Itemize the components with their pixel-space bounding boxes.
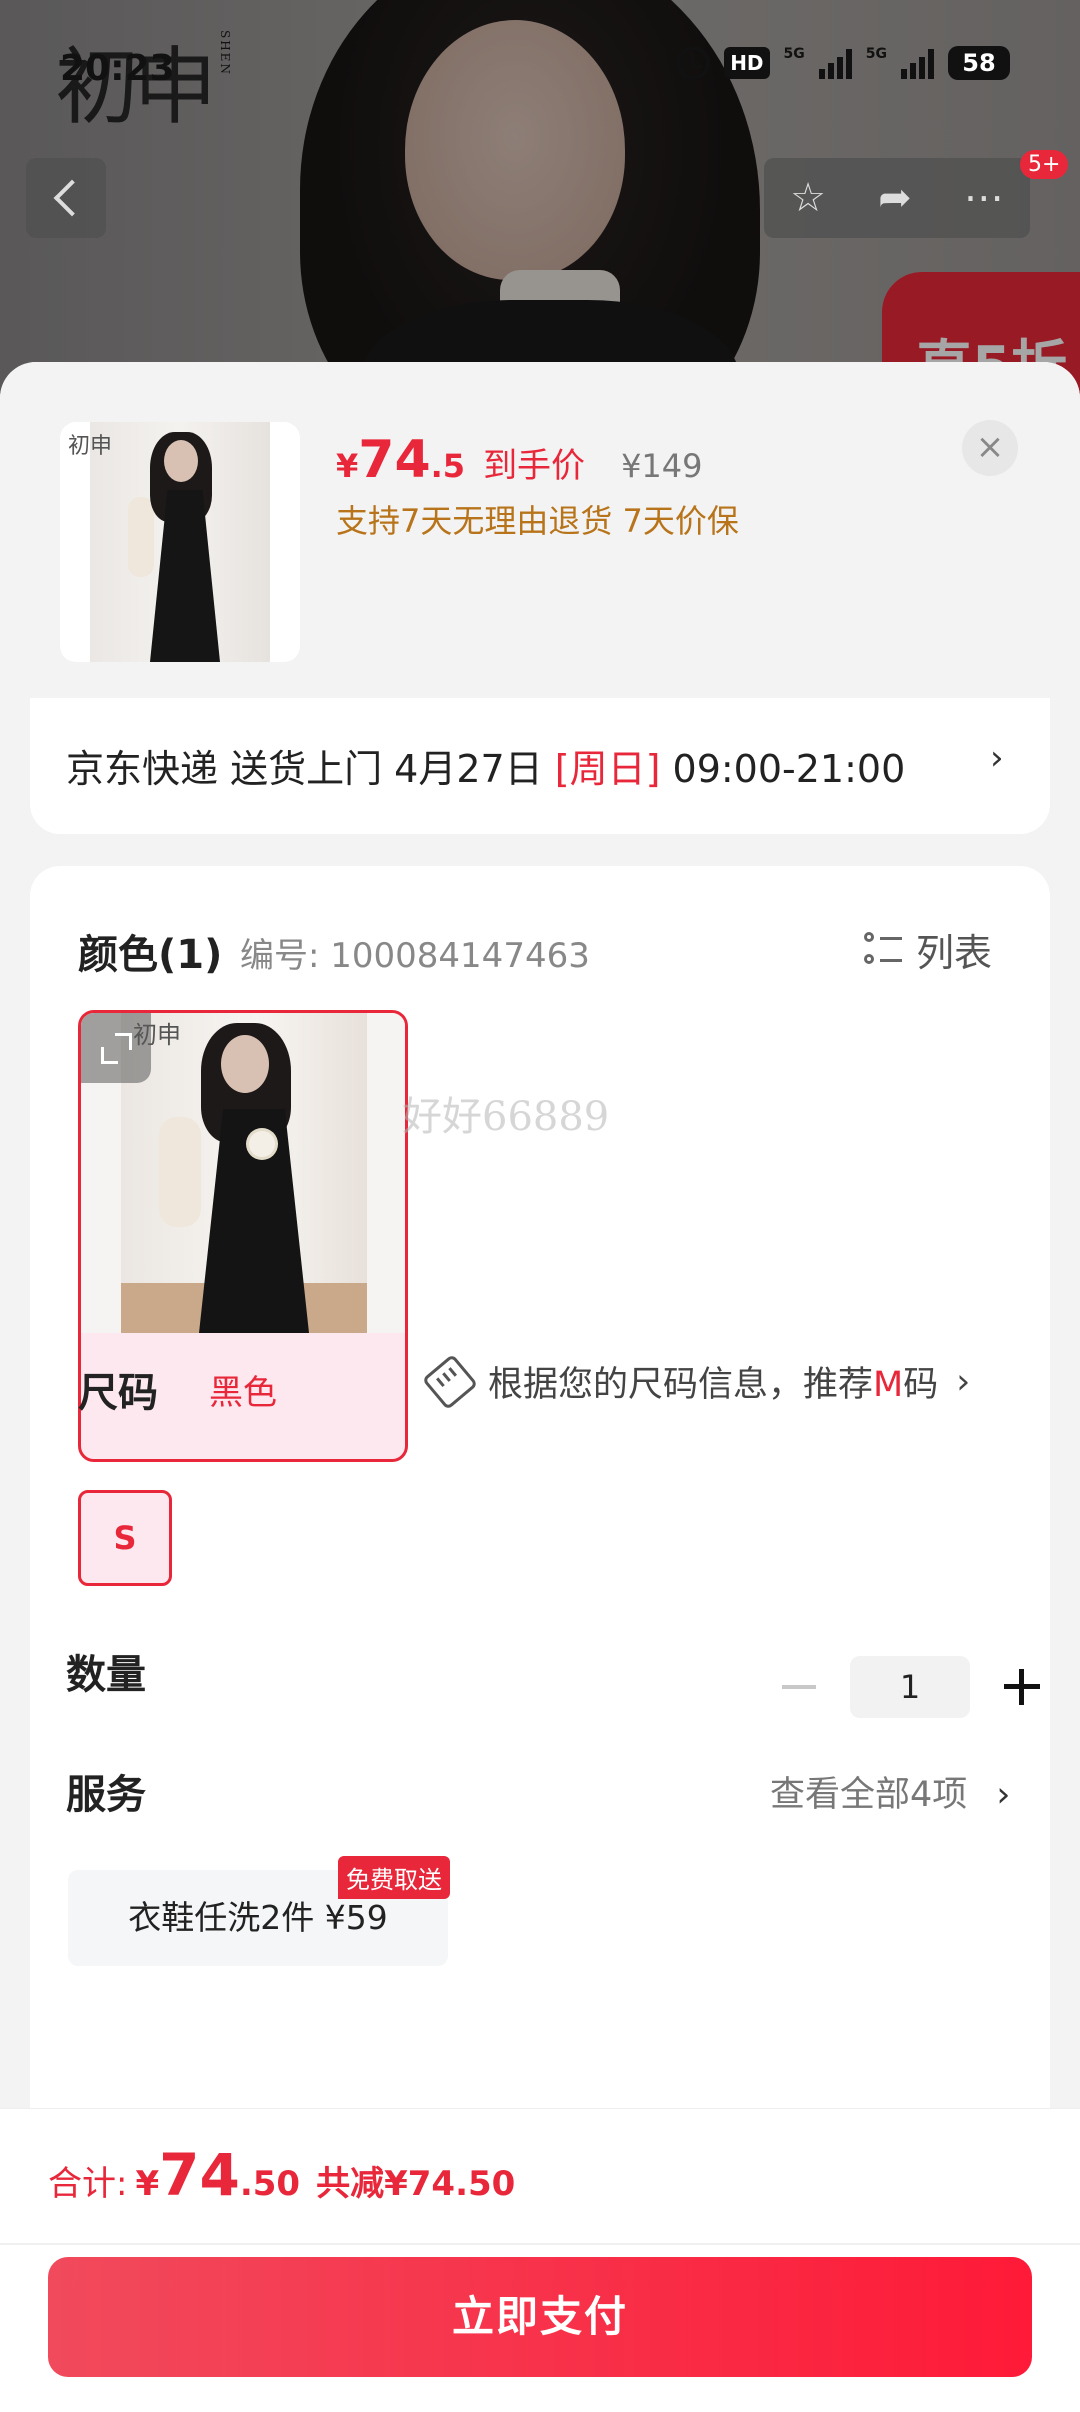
total-row: 合计: ¥ 74 .50 共减¥74.50 <box>48 2141 515 2209</box>
sku-selection-sheet: 初申 ¥ 74 .5 到手价 ¥149 支持7天无理由退货 7天价保 × 京东快… <box>0 362 1080 2412</box>
sheet-header: 初申 ¥ 74 .5 到手价 ¥149 支持7天无理由退货 7天价保 × <box>0 362 1080 700</box>
network-type-label-2: 5G <box>865 46 887 62</box>
chevron-right-icon: › <box>996 1775 1011 1815</box>
top-action-bar: ☆ ➦ ⋯ <box>764 158 1030 238</box>
list-icon <box>864 931 902 968</box>
total-savings: 共减¥74.50 <box>316 2164 516 2204</box>
chevron-right-icon: › <box>956 1361 971 1402</box>
chevron-right-icon: › <box>990 738 1004 778</box>
thumbnail-brand-logo: 初申 <box>68 434 113 459</box>
expand-icon[interactable] <box>81 1013 151 1083</box>
original-price: ¥149 <box>621 447 703 485</box>
total-label: 合计: <box>48 2164 128 2204</box>
status-bar: 20:23 HD 5G 5G 58 <box>0 0 1080 140</box>
total-decimal: .50 <box>239 2164 301 2204</box>
price-currency: ¥ <box>336 447 359 485</box>
back-button[interactable] <box>26 158 106 238</box>
size-recommendation[interactable]: 根据您的尺码信息，推荐M码 › <box>421 1353 971 1410</box>
pay-now-button[interactable]: 立即支付 <box>48 2257 1032 2377</box>
alarm-icon <box>676 46 711 80</box>
list-view-label: 列表 <box>916 931 993 975</box>
delivery-info: 京东快递 送货上门 4月27日 [周日] 09:00-21:00 <box>66 747 906 791</box>
notification-badge: 5+ <box>1020 150 1069 179</box>
status-time: 20:23 <box>60 48 175 89</box>
product-thumbnail[interactable]: 初申 <box>60 422 300 662</box>
quantity-stepper: 1 <box>782 1656 1040 1718</box>
service-section-title: 服务 <box>66 1772 146 1818</box>
decrease-quantity-button[interactable] <box>782 1685 816 1689</box>
final-price-label: 到手价 <box>483 446 586 486</box>
increase-quantity-button[interactable] <box>1004 1669 1040 1705</box>
watermark-text: 好好66889 <box>402 1094 610 1140</box>
total-integer: 74 <box>159 2141 240 2209</box>
signal-icon <box>818 47 852 79</box>
share-icon[interactable]: ➦ <box>878 175 912 221</box>
return-guarantee-text: 支持7天无理由退货 7天价保 <box>336 502 739 540</box>
price-row: ¥ 74 .5 到手价 ¥149 <box>336 430 703 490</box>
quantity-input[interactable]: 1 <box>850 1656 970 1718</box>
battery-icon: 58 <box>948 46 1010 80</box>
free-pickup-badge: 免费取送 <box>338 1856 450 1899</box>
quantity-section-title: 数量 <box>66 1652 146 1698</box>
product-code: 编号: 100084147463 <box>240 936 590 976</box>
size-section-title: 尺码 <box>78 1370 158 1416</box>
color-section-title: 颜色(1) <box>78 932 223 978</box>
price-integer: 74 <box>358 430 431 490</box>
delivery-card[interactable]: 京东快递 送货上门 4月27日 [周日] 09:00-21:00 › <box>30 698 1050 834</box>
size-option-s[interactable]: S <box>78 1490 172 1586</box>
ruler-icon <box>421 1353 479 1410</box>
signal-icon-2 <box>901 47 934 79</box>
hd-icon: HD <box>724 47 770 79</box>
price-decimal: .5 <box>430 447 466 485</box>
close-button[interactable]: × <box>962 420 1018 476</box>
delivery-day: [周日] <box>554 747 661 791</box>
total-currency: ¥ <box>135 2164 160 2204</box>
more-icon[interactable]: ⋯ <box>964 175 1004 221</box>
checkout-footer: 合计: ¥ 74 .50 共减¥74.50 立即支付 <box>0 2108 1080 2412</box>
status-icons: HD 5G 5G 58 <box>676 46 1010 80</box>
network-type-label: 5G <box>783 46 805 62</box>
footer-divider <box>0 2243 1080 2245</box>
view-all-services-link[interactable]: 查看全部4项 › <box>770 1766 1010 1817</box>
list-view-toggle[interactable]: 列表 <box>864 922 992 977</box>
favorite-star-icon[interactable]: ☆ <box>790 175 826 221</box>
recommended-size: M <box>873 1365 904 1405</box>
